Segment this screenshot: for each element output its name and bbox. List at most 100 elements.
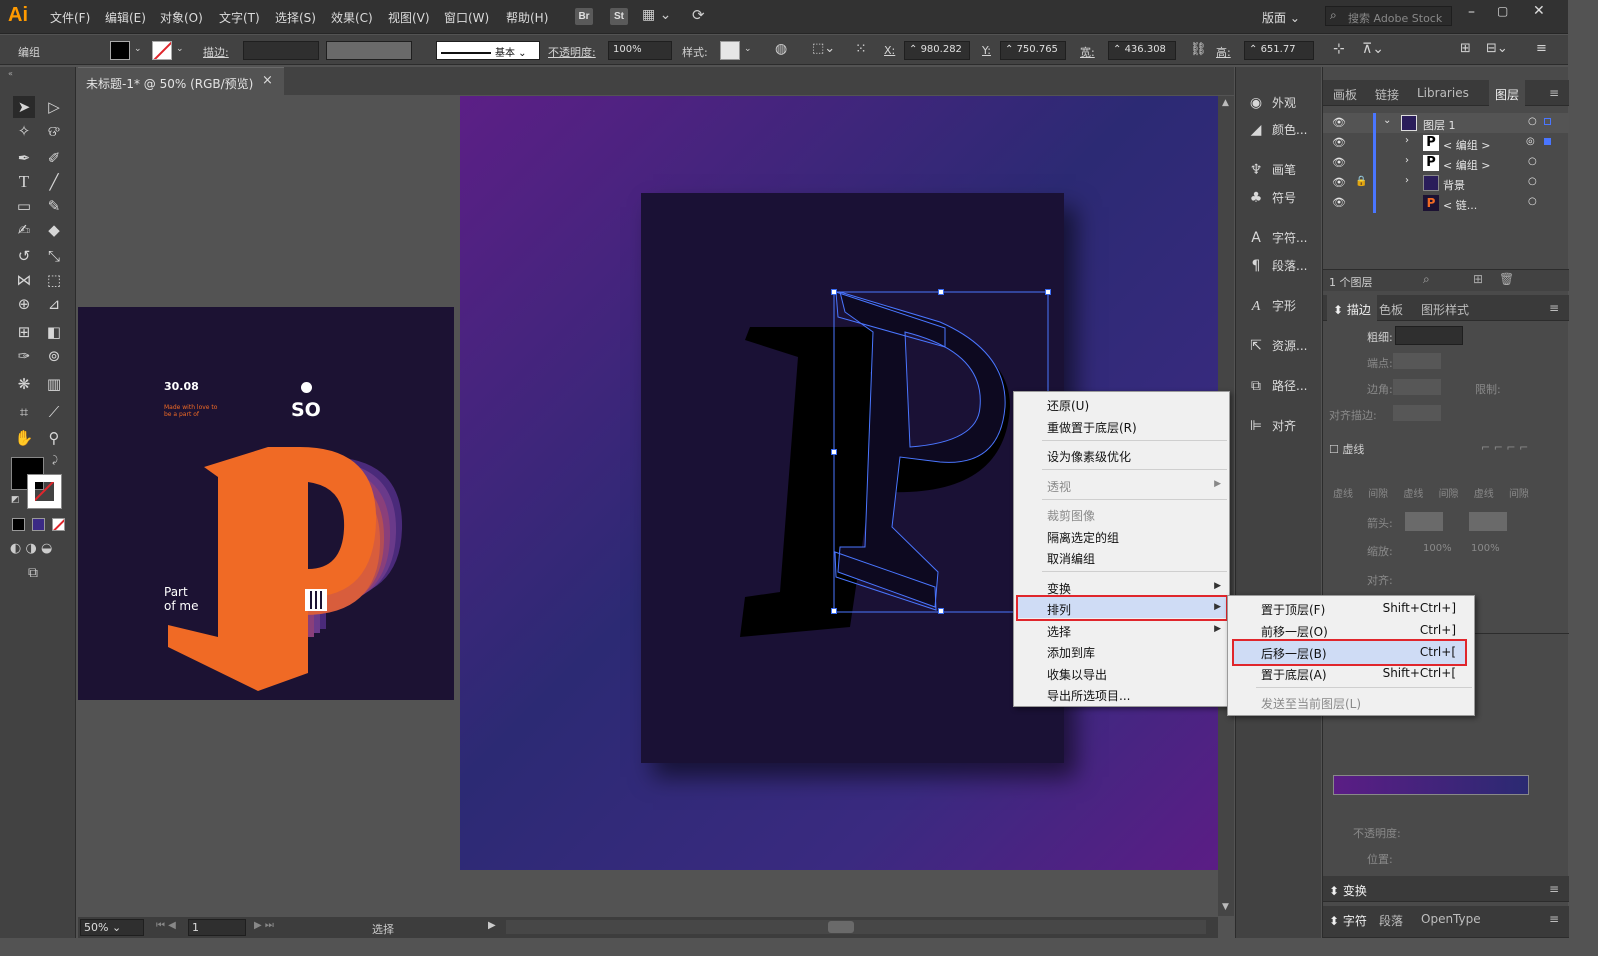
zoom-level-field[interactable]: 50% ⌄	[80, 919, 144, 936]
menu-item-export-selection[interactable]: 导出所选项目...	[1047, 687, 1130, 704]
minimize-icon[interactable]: –	[1468, 4, 1475, 20]
menu-object[interactable]: 对象(O)	[160, 9, 203, 26]
chevron-down-icon[interactable]: ⌄	[1383, 115, 1391, 126]
panel-menu-icon[interactable]: ≡	[1536, 41, 1547, 56]
panel-menu-icon[interactable]: ≡	[1549, 86, 1559, 100]
target-icon[interactable]: ○	[1528, 116, 1537, 127]
height-field[interactable]: ⌃ 651.77	[1244, 41, 1314, 60]
slice-tool-icon[interactable]: ⟋	[43, 401, 65, 423]
chevron-down-icon[interactable]: ⌄	[134, 44, 142, 54]
menu-item-send-to-current-layer[interactable]: 发送至当前图层(L)	[1261, 695, 1361, 712]
brush-definition-dropdown[interactable]: 基本 ⌄	[436, 41, 540, 60]
tab-transform[interactable]: ⬍ 变换	[1329, 882, 1367, 899]
recolor-artwork-icon[interactable]: ◍	[775, 41, 787, 57]
dash-align-icon[interactable]: ⌐ ⌐ ⌐ ⌐	[1481, 441, 1528, 454]
collapse-icon[interactable]: «	[8, 69, 13, 78]
symbols-panel-button[interactable]: ♣ 符号	[1246, 189, 1296, 206]
menu-item-bring-to-front[interactable]: 置于顶层(F)	[1261, 601, 1325, 618]
lock-icon[interactable]: 🔒	[1355, 176, 1367, 187]
eyedropper-icon[interactable]: ✑	[13, 345, 35, 367]
eye-icon[interactable]: 👁	[1332, 136, 1346, 149]
menu-select[interactable]: 选择(S)	[275, 9, 316, 26]
character-panel-button[interactable]: A 字符...	[1246, 229, 1307, 246]
reference-poster-image[interactable]: 30.08 Made with love to be a part of SO …	[78, 307, 454, 700]
lasso-icon[interactable]: ଙ	[43, 120, 65, 142]
selection-handle[interactable]	[831, 289, 837, 295]
menu-type[interactable]: 文字(T)	[219, 9, 260, 26]
eye-icon[interactable]: 👁	[1332, 116, 1346, 129]
tab-paragraph[interactable]: 段落	[1379, 912, 1403, 929]
gradient-slider[interactable]	[1333, 775, 1529, 795]
gradient-tool-icon[interactable]: ◧	[43, 321, 65, 343]
menu-item-bring-forward[interactable]: 前移一层(O)	[1261, 623, 1328, 640]
artboard-number-field[interactable]: 1	[188, 919, 246, 936]
gpu-performance-icon[interactable]: ⟳	[692, 6, 705, 24]
menu-item-add-to-library[interactable]: 添加到库	[1047, 644, 1095, 661]
draw-mode-icon[interactable]: ◐ ◑ ◒	[10, 541, 52, 556]
menu-item-isolate-group[interactable]: 隔离选定的组	[1047, 529, 1119, 546]
screen-mode-icon[interactable]: ⧉	[28, 565, 38, 581]
selection-handle[interactable]	[938, 608, 944, 614]
delete-layer-icon[interactable]: 🗑	[1499, 272, 1514, 286]
transform-icon[interactable]: ⊹	[1333, 41, 1345, 57]
stroke-color-swatch[interactable]	[27, 474, 62, 509]
selection-handle[interactable]	[1045, 289, 1051, 295]
menu-window[interactable]: 窗口(W)	[444, 9, 489, 26]
shape-builder-icon[interactable]: ⊕	[13, 293, 35, 315]
color-panel-button[interactable]: ◢ 颜色...	[1246, 121, 1308, 138]
swap-colors-icon[interactable]: ⤸	[52, 455, 58, 466]
eraser-icon[interactable]: ◆	[43, 219, 65, 241]
menu-item-redo[interactable]: 重做置于底层(R)	[1047, 419, 1137, 436]
menu-help[interactable]: 帮助(H)	[506, 9, 548, 26]
selection-handle[interactable]	[831, 449, 837, 455]
paragraph-panel-button[interactable]: ¶ 段落...	[1246, 257, 1308, 274]
color-mode-icon[interactable]	[12, 518, 25, 531]
tab-swatches[interactable]: 色板	[1379, 301, 1403, 318]
symbol-sprayer-icon[interactable]: ❋	[13, 373, 35, 395]
line-tool-icon[interactable]: ╱	[43, 171, 65, 193]
target-icon[interactable]: ○	[1528, 176, 1537, 187]
artboard-tool-icon[interactable]: ⌗	[13, 401, 35, 423]
tab-stroke[interactable]: ⬍ 描边	[1327, 295, 1377, 321]
tab-graphic-styles[interactable]: 图形样式	[1421, 301, 1469, 318]
target-icon[interactable]: ○	[1528, 156, 1537, 167]
tab-character[interactable]: ⬍ 字符	[1329, 912, 1367, 929]
width-tool-icon[interactable]: ⋈	[13, 269, 35, 291]
eye-icon[interactable]: 👁	[1332, 156, 1346, 169]
menu-item-pixel-optimize[interactable]: 设为像素级优化	[1047, 448, 1131, 465]
shaper-tool-icon[interactable]: ✍	[13, 219, 35, 241]
brushes-panel-button[interactable]: ♆ 画笔	[1246, 161, 1296, 178]
align-to-selection-icon[interactable]: ⬚⌄	[812, 41, 835, 56]
curvature-tool-icon[interactable]: ✐	[43, 147, 65, 169]
width-field[interactable]: ⌃ 436.308	[1108, 41, 1176, 60]
menu-item-select[interactable]: 选择	[1047, 623, 1071, 640]
first-artboard-icon[interactable]: ⏮ ◀	[156, 920, 176, 931]
stroke-swatch[interactable]	[152, 41, 172, 60]
align-icon[interactable]: ⊞	[1460, 41, 1471, 56]
target-icon[interactable]: ◎	[1526, 136, 1535, 147]
panel-menu-icon[interactable]: ≡	[1549, 882, 1559, 896]
layer-row[interactable]: 👁 P < 链... ○	[1323, 193, 1569, 213]
magic-wand-icon[interactable]: ✧	[13, 120, 35, 142]
chevron-down-icon[interactable]: ⌄	[176, 44, 184, 54]
new-sublayer-icon[interactable]: ⊞	[1473, 272, 1483, 286]
layer-row[interactable]: 👁 › P < 编组 > ○	[1323, 153, 1569, 173]
menu-view[interactable]: 视图(V)	[388, 9, 430, 26]
stroke-weight-field[interactable]	[243, 41, 319, 60]
menu-item-perspective[interactable]: 透视	[1047, 478, 1071, 495]
menu-item-crop-image[interactable]: 裁剪图像	[1047, 507, 1095, 524]
bridge-button[interactable]: Br	[575, 8, 593, 25]
rectangle-tool-icon[interactable]: ▭	[13, 195, 35, 217]
graphic-style-swatch[interactable]	[720, 41, 740, 60]
perspective-grid-icon[interactable]: ⊿	[43, 293, 65, 315]
last-artboard-icon[interactable]: ▶ ⏭	[254, 920, 274, 931]
gradient-mode-icon[interactable]	[32, 518, 45, 531]
paintbrush-icon[interactable]: ✎	[43, 195, 65, 217]
dashed-checkbox[interactable]: ☐ 虚线	[1329, 441, 1364, 457]
tab-links[interactable]: 链接	[1375, 86, 1399, 103]
scale-tool-icon[interactable]: ⤡	[43, 245, 65, 267]
scroll-thumb[interactable]	[828, 921, 854, 933]
menu-edit[interactable]: 编辑(E)	[105, 9, 146, 26]
menu-effect[interactable]: 效果(C)	[331, 9, 373, 26]
stock-search-input[interactable]: ⌕ 搜索 Adobe Stock	[1325, 6, 1452, 26]
